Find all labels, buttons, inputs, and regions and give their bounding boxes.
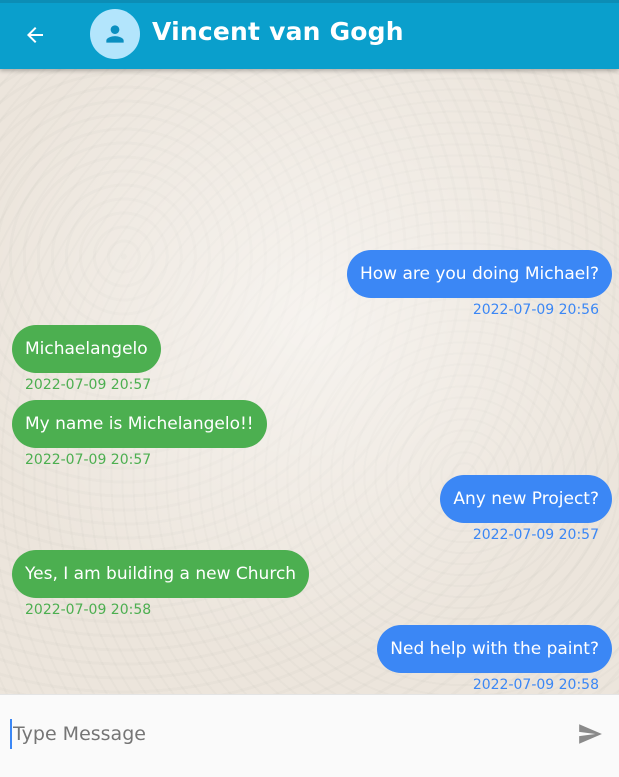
- back-button[interactable]: [20, 20, 50, 50]
- message-input[interactable]: [10, 719, 550, 749]
- message-bubble[interactable]: Michaelangelo: [12, 325, 161, 373]
- message-timestamp: 2022-07-09 20:58: [25, 602, 152, 618]
- message-timestamp: 2022-07-09 20:57: [472, 527, 599, 543]
- app-bar: Vincent van Gogh: [0, 0, 619, 69]
- message-list[interactable]: How are you doing Michael? 2022-07-09 20…: [0, 69, 619, 694]
- message-bubble[interactable]: Ned help with the paint?: [377, 625, 612, 673]
- message-sent: Any new Project? 2022-07-09 20:57: [440, 475, 612, 543]
- person-icon: [106, 25, 124, 43]
- message-bubble[interactable]: Yes, I am building a new Church: [12, 550, 310, 598]
- message-bubble[interactable]: How are you doing Michael?: [346, 250, 612, 298]
- message-sent: How are you doing Michael? 2022-07-09 20…: [346, 250, 612, 318]
- arrow-left-icon: [27, 27, 43, 43]
- message-timestamp: 2022-07-09 20:58: [472, 677, 599, 693]
- contact-name: Vincent van Gogh: [152, 17, 404, 46]
- message-composer: [0, 694, 619, 777]
- message-received: Michaelangelo 2022-07-09 20:57: [12, 325, 161, 393]
- send-icon: [579, 724, 602, 744]
- message-timestamp: 2022-07-09 20:57: [25, 377, 152, 393]
- avatar[interactable]: [90, 9, 140, 59]
- message-sent: Ned help with the paint? 2022-07-09 20:5…: [377, 625, 612, 693]
- message-bubble[interactable]: My name is Michelangelo!!: [12, 400, 267, 448]
- send-button[interactable]: [575, 720, 605, 748]
- message-received: Yes, I am building a new Church 2022-07-…: [12, 550, 310, 618]
- message-received: My name is Michelangelo!! 2022-07-09 20:…: [12, 400, 267, 468]
- message-timestamp: 2022-07-09 20:57: [25, 452, 152, 468]
- message-bubble[interactable]: Any new Project?: [440, 475, 612, 523]
- message-timestamp: 2022-07-09 20:56: [472, 302, 599, 318]
